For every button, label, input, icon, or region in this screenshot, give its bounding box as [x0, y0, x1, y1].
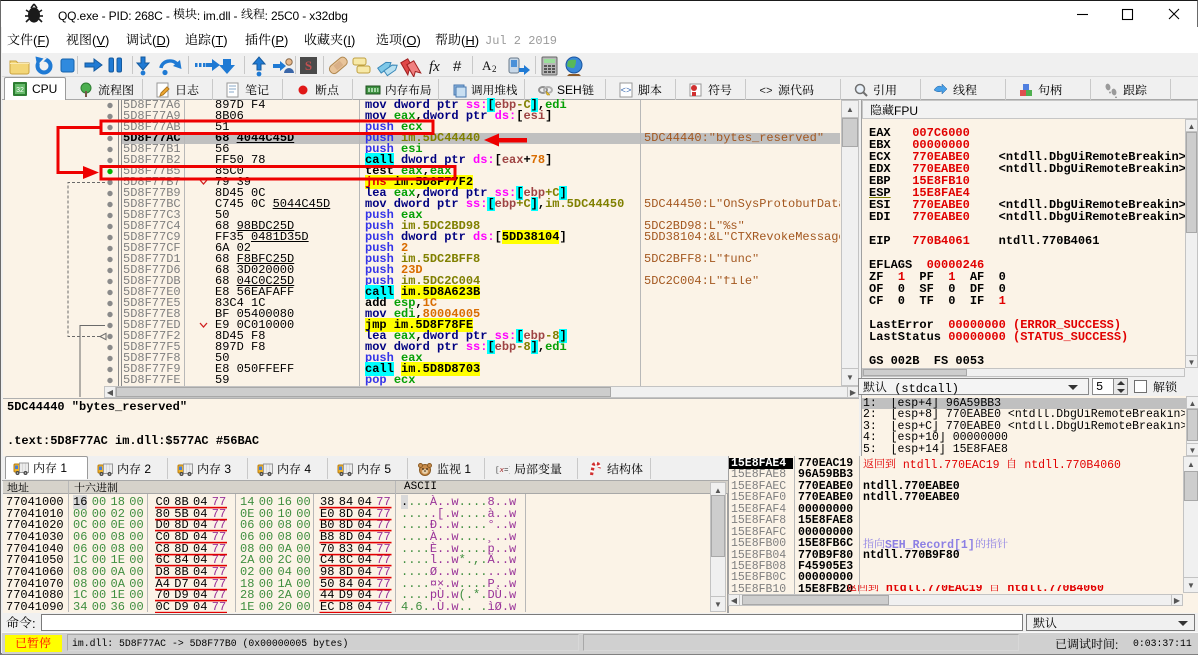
svg-text:32: 32	[16, 87, 24, 94]
svg-text:[x=]: [x=]	[495, 467, 510, 475]
svg-text:<>: <>	[621, 86, 632, 96]
svg-text:<>: <>	[759, 86, 772, 98]
